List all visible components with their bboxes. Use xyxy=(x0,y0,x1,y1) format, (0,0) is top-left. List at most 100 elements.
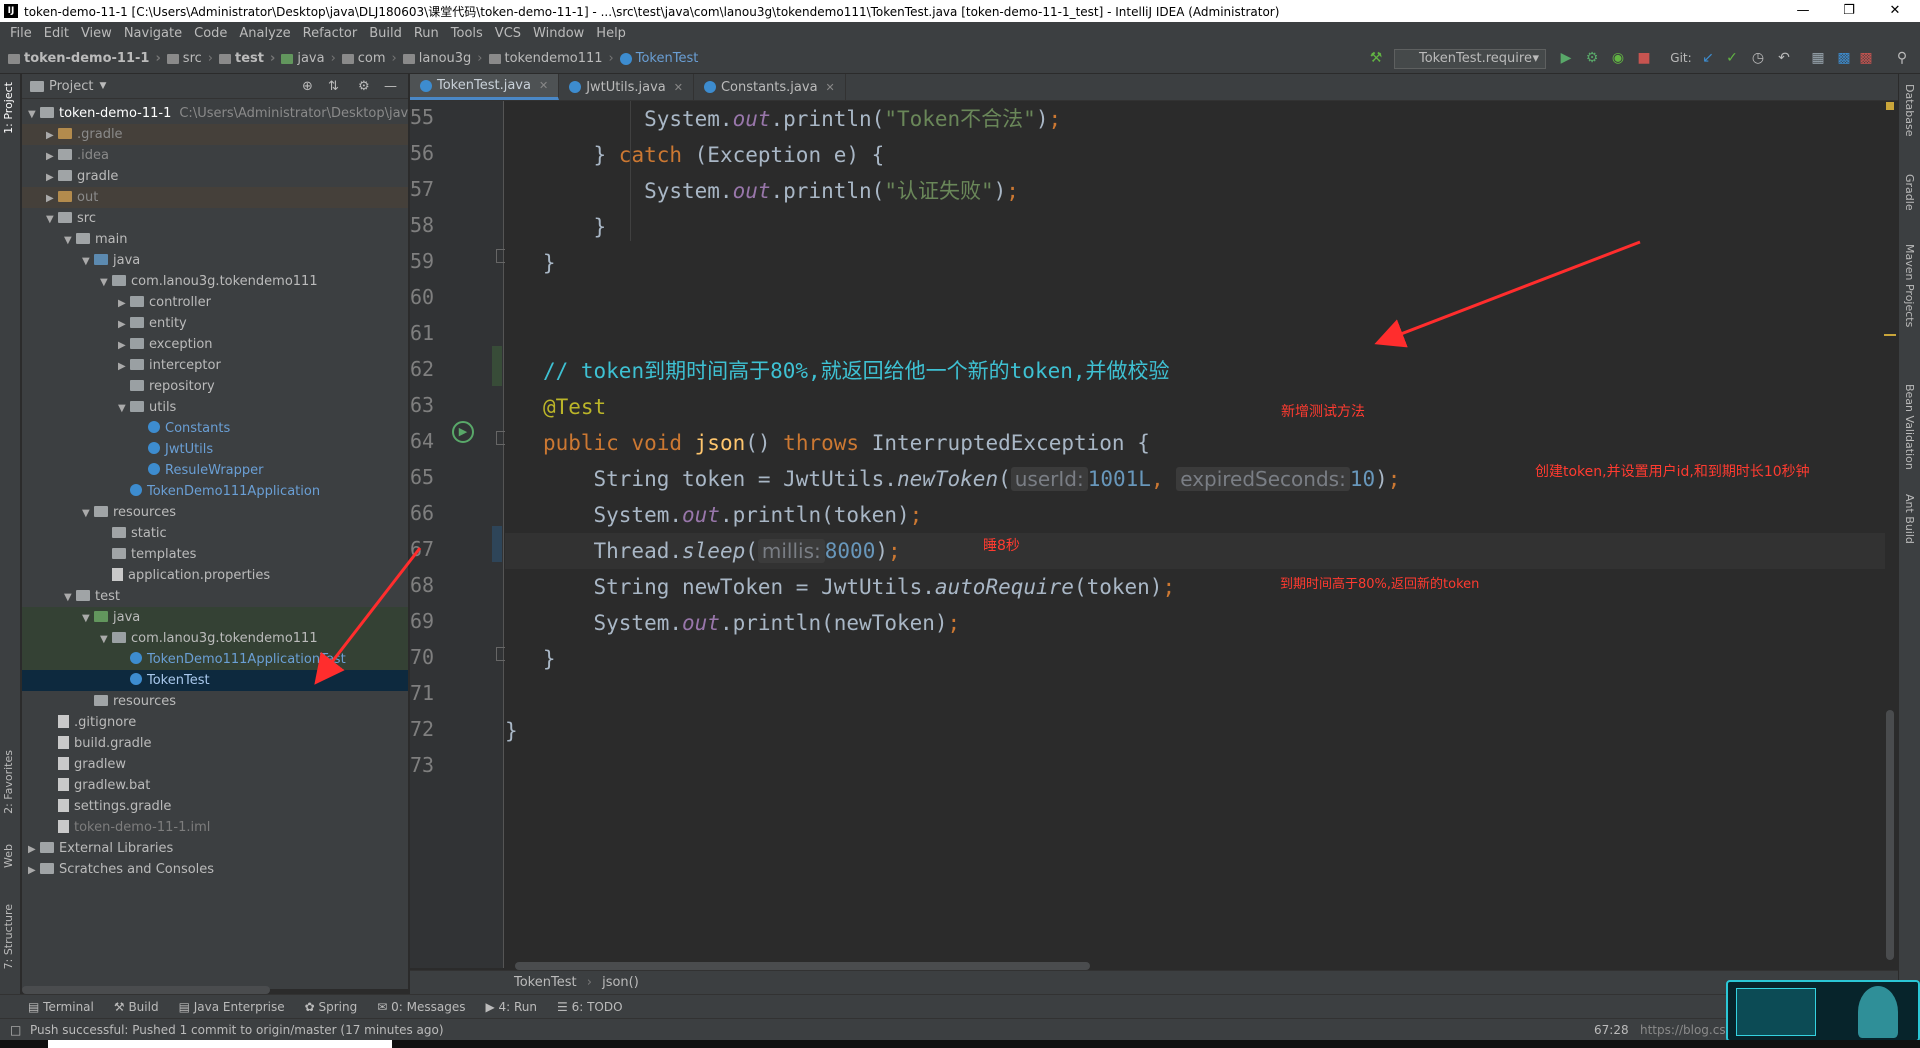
menu-code[interactable]: Code xyxy=(188,26,233,41)
chevron-down-icon[interactable]: ▼ xyxy=(82,251,94,271)
tree-node[interactable]: ▼ utils xyxy=(22,397,408,418)
tree-node[interactable]: ▶ interceptor xyxy=(22,355,408,376)
chevron-down-icon[interactable]: ▼ xyxy=(46,209,58,229)
tool-terminal[interactable]: ▤ Terminal xyxy=(28,1000,94,1014)
chevron-down-icon[interactable]: ▼ xyxy=(64,230,76,250)
tree-node[interactable]: ▼ resources xyxy=(22,502,408,523)
history-icon[interactable]: ◷ xyxy=(1750,50,1766,66)
tab-gradle[interactable]: Gradle xyxy=(1903,174,1916,211)
tree-node[interactable]: ▶ gradle xyxy=(22,166,408,187)
tab-tokentest-java[interactable]: TokenTest.java ✕ xyxy=(410,74,560,100)
menu-navigate[interactable]: Navigate xyxy=(118,26,188,41)
chevron-right-icon[interactable]: ▶ xyxy=(46,188,58,208)
tree-node[interactable]: static xyxy=(22,523,408,544)
tree-node[interactable]: ▶ entity xyxy=(22,313,408,334)
chevron-right-icon[interactable]: ▶ xyxy=(118,335,130,355)
tree-node[interactable]: ▼ java xyxy=(22,607,408,628)
chevron-right-icon[interactable]: ▶ xyxy=(46,167,58,187)
crumb-class[interactable]: TokenTest xyxy=(514,975,577,990)
menu-run[interactable]: Run xyxy=(408,26,445,41)
chevron-right-icon[interactable]: ▶ xyxy=(46,125,58,145)
project-hscroll[interactable] xyxy=(22,986,270,994)
tree-node[interactable]: ▼ com.lanou3g.tokendemo111 xyxy=(22,628,408,649)
tab-ant-build[interactable]: Ant Build xyxy=(1903,494,1916,544)
breadcrumb-java[interactable]: java › xyxy=(281,51,336,66)
status-toggle-icon[interactable]: □ xyxy=(10,1019,21,1041)
tool-build[interactable]: ⚒ Build xyxy=(114,1000,159,1014)
tree-node[interactable]: token-demo-11-1.iml xyxy=(22,817,408,838)
breadcrumb-project[interactable]: token-demo-11-1 › xyxy=(8,51,161,66)
run-icon[interactable]: ▶ xyxy=(1558,50,1574,66)
chevron-down-icon[interactable]: ▼ xyxy=(100,629,112,649)
tab-maven-projects[interactable]: Maven Projects xyxy=(1903,244,1916,327)
chevron-down-icon[interactable]: ▼ xyxy=(28,104,40,124)
plugin-icon[interactable]: ▩ xyxy=(1858,50,1874,66)
breadcrumb-src[interactable]: src › xyxy=(166,51,213,66)
menu-vcs[interactable]: VCS xyxy=(489,26,527,41)
git-commit-icon[interactable]: ✓ xyxy=(1724,50,1740,66)
tab-jwtutils-java[interactable]: JwtUtils.java ✕ xyxy=(559,74,694,100)
menu-analyze[interactable]: Analyze xyxy=(233,26,296,41)
tab-database[interactable]: Database xyxy=(1903,84,1916,137)
chevron-down-icon[interactable]: ▼ xyxy=(82,608,94,628)
build-hammer-icon[interactable]: ⚒ xyxy=(1368,50,1384,66)
tool-todo[interactable]: ☰ 6: TODO xyxy=(557,1000,623,1014)
chevron-right-icon[interactable]: ▶ xyxy=(118,356,130,376)
tree-node[interactable]: application.properties xyxy=(22,565,408,586)
breadcrumb-tokendemo111[interactable]: tokendemo111 › xyxy=(488,51,614,66)
run-configuration-select[interactable]: TokenTest.require ▾ xyxy=(1394,49,1546,69)
tree-node[interactable]: ▼ java xyxy=(22,250,408,271)
menu-refactor[interactable]: Refactor xyxy=(297,26,364,41)
tree-node[interactable]: settings.gradle xyxy=(22,796,408,817)
editor-gutter[interactable]: 55 56 57 58 59 60 61 62 63 64 65 66 67 6… xyxy=(410,101,508,968)
revert-icon[interactable]: ↶ xyxy=(1776,50,1792,66)
tree-node[interactable]: ▼ com.lanou3g.tokendemo111 xyxy=(22,271,408,292)
menu-window[interactable]: Window xyxy=(527,26,590,41)
tree-node[interactable]: ▼ test xyxy=(22,586,408,607)
tab-bean-validation[interactable]: Bean Validation xyxy=(1903,384,1916,470)
tree-node[interactable]: ▼ src xyxy=(22,208,408,229)
tool-java-enterprise[interactable]: ▤ Java Enterprise xyxy=(179,1000,285,1014)
tree-node[interactable]: gradlew xyxy=(22,754,408,775)
tree-node[interactable]: ▶ .idea xyxy=(22,145,408,166)
tree-node[interactable]: Constants xyxy=(22,418,408,439)
caret-position[interactable]: 67:28 xyxy=(1594,1019,1629,1041)
chevron-down-icon[interactable]: ▼ xyxy=(118,398,130,418)
project-structure-icon[interactable]: ▦ xyxy=(1810,50,1826,66)
close-tab-icon[interactable]: ✕ xyxy=(539,79,548,92)
tab-web[interactable]: Web xyxy=(2,844,15,868)
tree-node[interactable]: ▶ out xyxy=(22,187,408,208)
close-window-button[interactable]: ✕ xyxy=(1872,0,1918,22)
chevron-right-icon[interactable]: ▶ xyxy=(46,146,58,166)
locate-icon[interactable]: ⊕ xyxy=(302,79,313,94)
editor-hscroll[interactable] xyxy=(515,962,1090,970)
breadcrumb-tokentest[interactable]: TokenTest xyxy=(619,51,698,66)
menu-file[interactable]: File xyxy=(4,26,38,41)
tree-node[interactable]: templates xyxy=(22,544,408,565)
chevron-down-icon[interactable]: ▼ xyxy=(99,81,106,91)
menu-tools[interactable]: Tools xyxy=(445,26,489,41)
hide-panel-icon[interactable]: — xyxy=(384,79,397,94)
close-tab-icon[interactable]: ✕ xyxy=(826,81,835,94)
project-panel-title[interactable]: Project xyxy=(49,79,93,94)
chevron-down-icon[interactable]: ▼ xyxy=(82,503,94,523)
minimize-button[interactable]: — xyxy=(1780,0,1826,22)
breadcrumb-com[interactable]: com › xyxy=(341,51,397,66)
coverage-icon[interactable]: ◉ xyxy=(1610,50,1626,66)
menu-view[interactable]: View xyxy=(75,26,118,41)
chevron-right-icon[interactable]: ▶ xyxy=(118,293,130,313)
breadcrumb-lanou3g[interactable]: lanou3g › xyxy=(402,51,483,66)
tree-node[interactable]: gradlew.bat xyxy=(22,775,408,796)
tab-structure[interactable]: 7: Structure xyxy=(2,904,15,969)
tree-node[interactable]: JwtUtils xyxy=(22,439,408,460)
tree-node[interactable]: .gitignore xyxy=(22,712,408,733)
collapse-all-icon[interactable]: ⇅ xyxy=(328,79,339,94)
run-test-gutter-icon[interactable]: ▶ xyxy=(452,421,474,443)
editor-vscroll[interactable] xyxy=(1886,710,1894,960)
code-editor[interactable]: System.out.println("Token不合法"); } catch … xyxy=(505,101,1885,968)
tab-favorites[interactable]: 2: Favorites xyxy=(2,750,15,814)
menu-help[interactable]: Help xyxy=(590,26,632,41)
breadcrumb-test[interactable]: test › xyxy=(218,51,275,66)
tree-node[interactable]: ResuleWrapper xyxy=(22,460,408,481)
tree-node[interactable]: ▶ controller xyxy=(22,292,408,313)
